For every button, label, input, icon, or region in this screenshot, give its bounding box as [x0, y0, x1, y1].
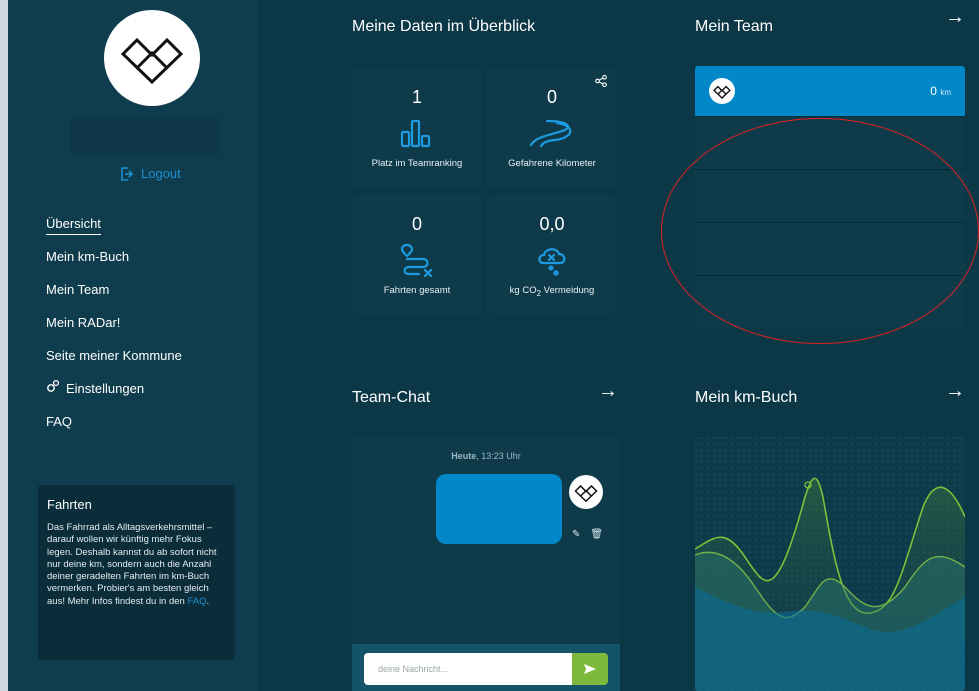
kmbuch-arrow-icon[interactable]: →: [945, 380, 965, 403]
faq-link[interactable]: FAQ: [187, 596, 206, 607]
stat-kilometer[interactable]: 0 Gefahrene Kilometer: [487, 67, 617, 187]
delete-icon[interactable]: 🗑: [590, 529, 603, 540]
share-icon[interactable]: [595, 75, 607, 87]
team-list: 0 km: [695, 66, 965, 328]
bar-chart-icon: [400, 119, 431, 148]
nav-item-mein-team[interactable]: Mein Team: [46, 280, 182, 313]
profile-avatar[interactable]: [104, 10, 200, 106]
team-title: Mein Team: [695, 18, 773, 35]
chat-message-tools: ✎ 🗑: [572, 529, 603, 540]
team-row[interactable]: 0 km: [695, 66, 965, 116]
chat-arrow-icon[interactable]: →: [598, 380, 618, 403]
road-icon: [529, 119, 572, 148]
stat-value: 0: [546, 87, 557, 107]
gears-icon: [47, 379, 60, 392]
send-icon: [584, 664, 596, 674]
stat-value: 1: [411, 87, 422, 107]
overview-title: Meine Daten im Überblick: [352, 18, 536, 35]
info-box-title: Fahrten: [47, 497, 92, 512]
sidebar: Logout Übersicht Mein km-Buch Mein Team …: [8, 0, 258, 691]
sidebar-nav: Übersicht Mein km-Buch Mein Team Mein RA…: [46, 214, 182, 445]
nav-item-uebersicht[interactable]: Übersicht: [46, 214, 182, 247]
send-button[interactable]: [572, 653, 608, 685]
stat-teamranking[interactable]: 1 Platz im Teamranking: [352, 67, 482, 187]
chat-message-input[interactable]: [364, 653, 572, 685]
stat-label: kg CO2 Vermeidung: [509, 285, 595, 298]
chat-avatar: [569, 475, 603, 509]
chat-title: Team-Chat: [352, 389, 431, 406]
info-box-fahrten: Fahrten Das Fahrrad als Alltagsverkehrsm…: [38, 485, 235, 660]
stat-value: 0,0: [539, 214, 565, 234]
stat-label: Fahrten gesamt: [383, 285, 451, 296]
main-content: Meine Daten im Überblick 1 Platz im Team…: [258, 0, 979, 691]
nav-item-km-buch[interactable]: Mein km-Buch: [46, 247, 182, 280]
nav-item-radar[interactable]: Mein RADar!: [46, 313, 182, 346]
team-member-avatar: [709, 78, 735, 104]
info-box-text: Das Fahrrad als Alltagsverkehrsmittel – …: [47, 522, 217, 607]
chat-panel: Heute, 13:23 Uhr ✎ 🗑: [352, 437, 620, 691]
kmbuch-wave-graphic: [695, 437, 965, 691]
team-row: [695, 116, 965, 169]
stat-fahrten[interactable]: 0 Fahrten gesamt: [352, 194, 482, 314]
nav-item-einstellungen[interactable]: Einstellungen: [46, 379, 182, 412]
stat-label: Gefahrene Kilometer: [508, 158, 596, 169]
nav-item-kommune[interactable]: Seite meiner Kommune: [46, 346, 182, 379]
stat-label: Platz im Teamranking: [371, 158, 463, 169]
team-row: [695, 222, 965, 275]
chat-input-bar: [352, 644, 620, 691]
chat-message-bubble: [436, 474, 562, 544]
logout-icon: [121, 166, 133, 181]
route-icon: [400, 243, 433, 277]
logout-label: Logout: [141, 166, 181, 181]
team-row: [695, 275, 965, 328]
kmbuch-chart: [695, 437, 965, 691]
stat-co2[interactable]: 0,0 kg CO2 Vermeidung: [487, 194, 617, 314]
nav-item-faq[interactable]: FAQ: [46, 412, 182, 445]
team-row: [695, 169, 965, 222]
team-arrow-icon[interactable]: →: [945, 6, 965, 29]
co2-cloud-icon: [538, 248, 566, 276]
username-box: [70, 117, 220, 155]
logout-button[interactable]: Logout: [121, 166, 181, 181]
edit-icon[interactable]: ✎: [572, 529, 580, 540]
team-member-km: 0 km: [930, 84, 951, 98]
kmbuch-title: Mein km-Buch: [695, 389, 798, 406]
chat-timestamp: Heute, 13:23 Uhr: [451, 451, 521, 461]
stat-value: 0: [411, 214, 422, 234]
logo-icon: [574, 484, 598, 502]
logo-icon: [120, 37, 184, 84]
logo-icon: [713, 85, 731, 99]
